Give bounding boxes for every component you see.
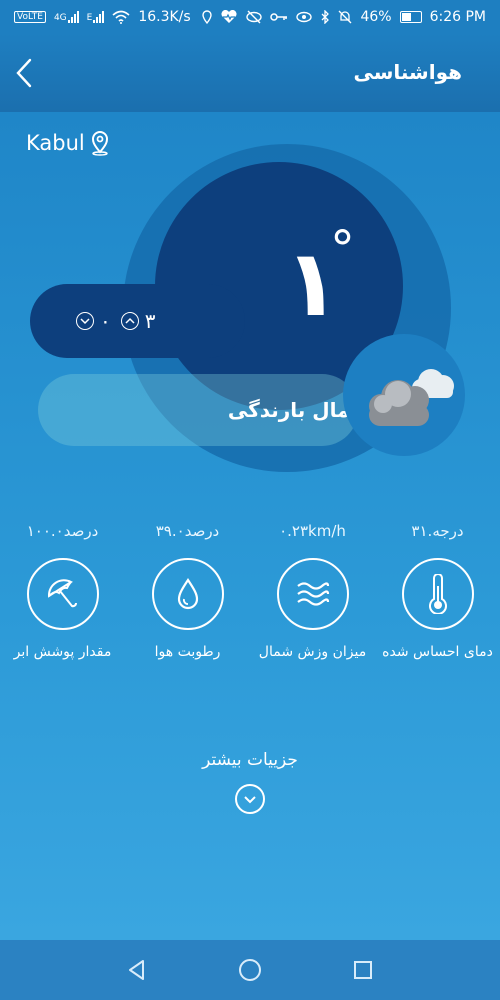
nav-home-icon[interactable] [230, 950, 270, 990]
battery-icon [399, 11, 422, 23]
network-speed: 16.3K/s [138, 9, 191, 25]
wind-label: میزان وزش شمال [258, 644, 367, 660]
wifi-icon [112, 10, 130, 24]
nav-recents-icon[interactable] [343, 950, 383, 990]
humidity-value: ۳۹.۰درصد [155, 522, 220, 540]
key-icon [270, 13, 288, 21]
thermometer-icon [401, 558, 474, 630]
stat-feels-like: ۳۱.درجه دمای احساس شده [375, 522, 500, 660]
location-row[interactable]: Kabul [26, 130, 111, 156]
feels-like-value: ۳۱.درجه [411, 522, 464, 540]
nav-back-icon[interactable] [117, 950, 157, 990]
wind-icon [276, 558, 349, 630]
cloudy-icon [369, 369, 454, 426]
status-bar: VoLTE 4G E 16.3K/s 46% 6:26 PM [0, 0, 500, 34]
stat-humidity: ۳۹.۰درصد رطوبت هوا [125, 522, 250, 660]
city-name: Kabul [26, 131, 85, 155]
signal-4g-icon: 4G [54, 11, 79, 23]
battery-percent: 46% [360, 9, 392, 25]
degree-symbol: ° [330, 220, 355, 278]
map-pin-icon [91, 131, 108, 156]
expand-chevron-icon[interactable] [235, 784, 265, 814]
clock: 6:26 PM [429, 9, 486, 25]
humidity-label: رطوبت هوا [154, 644, 221, 660]
page-title: هواشناسی [353, 60, 462, 84]
cloud-cover-label: مقدار پوشش ابر [13, 644, 112, 660]
heart-rate-icon [221, 10, 237, 23]
eye-icon [296, 11, 313, 23]
volte-badge: VoLTE [14, 11, 46, 23]
bluetooth-icon [321, 10, 330, 24]
location-icon [202, 10, 213, 24]
back-arrow-icon[interactable] [12, 56, 38, 90]
system-nav-bar [0, 940, 500, 1000]
app-bar: هواشناسی [0, 34, 500, 113]
weather-main: Kabul ۱ ° ۰ ۳ احتمال بارندگی ۳۱.درجه دما… [0, 112, 500, 940]
wind-value: ۰.۲۳km/h [279, 522, 346, 540]
min-temperature: ۰ [100, 309, 111, 333]
stat-wind: ۰.۲۳km/h میزان وزش شمال [250, 522, 375, 660]
water-drop-icon [151, 558, 224, 630]
umbrella-icon [26, 558, 99, 630]
condition-circle [343, 334, 465, 456]
min-max-pill: ۰ ۳ [30, 284, 245, 358]
more-details[interactable]: جزییات بیشتر [0, 750, 500, 814]
max-temperature: ۳ [144, 309, 156, 333]
chevron-down-icon [76, 312, 94, 330]
more-details-label: جزییات بیشتر [202, 750, 298, 770]
eye-off-icon [246, 10, 263, 24]
chevron-up-icon [120, 312, 139, 330]
feels-like-label: دمای احساس شده [382, 644, 493, 660]
stat-cloud-cover: ۱۰۰.۰درصد مقدار پوشش ابر [0, 522, 125, 660]
cloud-cover-value: ۱۰۰.۰درصد [26, 522, 99, 540]
signal-e-icon: E [87, 11, 105, 23]
mute-bell-icon [338, 10, 352, 24]
